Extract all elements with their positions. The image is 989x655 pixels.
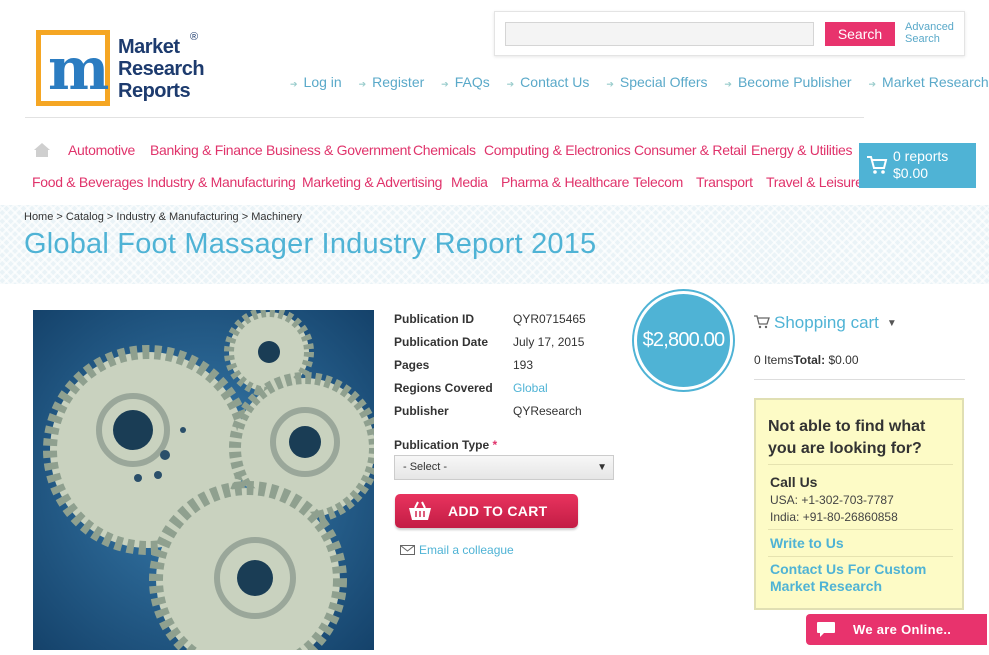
nav-telecom[interactable]: Telecom <box>633 174 683 190</box>
pages-label: Pages <box>394 358 430 372</box>
breadcrumb-home[interactable]: Home <box>24 211 53 223</box>
chat-bubble-icon <box>817 622 835 637</box>
envelope-icon <box>400 545 415 555</box>
pages-value: 193 <box>513 358 534 372</box>
help-title: Not able to find what you are looking fo… <box>768 418 926 457</box>
nav-marketing-advertising[interactable]: Marketing & Advertising <box>302 174 442 190</box>
breadcrumb-sep: > <box>56 211 63 223</box>
help-divider <box>768 529 953 530</box>
live-chat-button[interactable]: We are Online.. <box>806 614 987 645</box>
phone-india: India: +91-80-26860858 <box>770 510 898 524</box>
nav-consumer-retail[interactable]: Consumer & Retail <box>634 142 747 158</box>
nav-row-2: Food & Beverages Industry & Manufacturin… <box>0 174 863 192</box>
call-us-heading: Call Us <box>770 474 818 490</box>
basket-icon <box>409 501 431 520</box>
logo-mark: m <box>36 30 110 106</box>
search-input[interactable] <box>505 22 814 46</box>
nav-pharma-healthcare[interactable]: Pharma & Healthcare <box>501 174 629 190</box>
breadcrumb-catalog[interactable]: Catalog <box>66 211 104 223</box>
site-logo[interactable]: m Market Research Reports ® <box>36 30 206 108</box>
dropdown-arrow-icon: ▼ <box>597 462 607 473</box>
publication-date-label: Publication Date <box>394 335 489 349</box>
regions-link[interactable]: Global <box>513 381 548 395</box>
cart-total: $0.00 <box>893 165 929 181</box>
help-box: Not able to find what you are looking fo… <box>754 398 964 610</box>
breadcrumb-sep: > <box>241 211 249 223</box>
search-button[interactable]: Search <box>825 22 895 46</box>
publication-type-select[interactable]: - Select - ▼ <box>394 455 614 480</box>
publication-type-label: Publication Type * <box>394 438 498 452</box>
advanced-search-link[interactable]: Advanced Search <box>905 21 954 45</box>
nav-transport[interactable]: Transport <box>696 174 753 190</box>
cart-divider <box>754 379 965 380</box>
price-badge: $2,800.00 <box>634 291 733 390</box>
nav-travel-leisure[interactable]: Travel & Leisure <box>766 174 863 190</box>
blog-link[interactable]: Market Research Blog <box>882 74 989 90</box>
nav-row-1: Automotive Banking & Finance Business & … <box>0 142 860 160</box>
registered-mark: ® <box>190 31 199 43</box>
bullet-icon: ➔ <box>290 79 298 89</box>
nav-automotive[interactable]: Automotive <box>68 142 135 158</box>
bullet-icon: ➔ <box>506 79 515 89</box>
contact-us-link[interactable]: Contact Us <box>520 74 589 90</box>
publisher-value: QYResearch <box>513 404 582 418</box>
breadcrumb: Home > Catalog > Industry & Manufacturin… <box>24 211 302 223</box>
bullet-icon: ➔ <box>724 79 732 89</box>
nav-computing-electronics[interactable]: Computing & Electronics <box>484 142 631 158</box>
phone-usa: USA: +1-302-703-7787 <box>770 493 894 507</box>
logo-wordmark: Market Research Reports <box>118 36 205 102</box>
nav-business-government[interactable]: Business & Government <box>266 142 411 158</box>
publication-date-value: July 17, 2015 <box>513 335 585 349</box>
search-panel: Search Advanced Search <box>494 11 965 56</box>
header-divider <box>25 117 864 118</box>
custom-research-link[interactable]: Contact Us For Custom Market Research <box>770 561 960 595</box>
nav-media[interactable]: Media <box>451 174 488 190</box>
become-publisher-link[interactable]: Become Publisher <box>738 74 852 90</box>
bullet-icon: ➔ <box>606 79 614 89</box>
nav-energy-utilities[interactable]: Energy & Utilities <box>751 142 853 158</box>
page-title: Global Foot Massager Industry Report 201… <box>24 228 597 260</box>
shopping-cart-toggle[interactable]: Shopping cart ▼ <box>754 313 897 333</box>
breadcrumb-sub[interactable]: Machinery <box>251 211 302 223</box>
publication-id-value: QYR0715465 <box>513 312 586 326</box>
breadcrumb-category[interactable]: Industry & Manufacturing <box>116 211 238 223</box>
top-links: ➔ Log in ➔ Register ➔ FAQs ➔ Contact Us ➔ Spe… <box>290 74 989 90</box>
publisher-label: Publisher <box>394 404 449 418</box>
cart-icon <box>867 156 888 174</box>
chevron-down-icon: ▼ <box>886 318 897 329</box>
breadcrumb-sep: > <box>106 211 114 223</box>
regions-label: Regions Covered <box>394 381 493 395</box>
bullet-icon: ➔ <box>441 79 449 89</box>
login-link[interactable]: Log in <box>304 74 342 90</box>
faqs-link[interactable]: FAQs <box>455 74 490 90</box>
bullet-icon: ➔ <box>868 79 877 89</box>
help-divider <box>768 464 953 465</box>
special-offers-link[interactable]: Special Offers <box>620 74 708 90</box>
nav-food-beverages[interactable]: Food & Beverages <box>32 174 143 190</box>
nav-chemicals[interactable]: Chemicals <box>413 142 476 158</box>
header-cart-button[interactable]: 0 reports $0.00 <box>859 143 976 188</box>
product-image <box>33 310 374 650</box>
cart-count: 0 reports <box>893 148 949 164</box>
nav-industry-manufacturing[interactable]: Industry & Manufacturing <box>147 174 296 190</box>
publication-id-label: Publication ID <box>394 312 475 326</box>
email-colleague-link[interactable]: Email a colleague <box>400 543 514 557</box>
write-to-us-link[interactable]: Write to Us <box>770 535 960 552</box>
help-divider <box>768 556 953 557</box>
register-link[interactable]: Register <box>372 74 424 90</box>
add-to-cart-button[interactable]: ADD TO CART <box>395 494 578 528</box>
bullet-icon: ➔ <box>358 79 367 89</box>
cart-icon <box>754 315 770 329</box>
cart-summary: 0 ItemsTotal: $0.00 <box>754 353 859 367</box>
nav-banking-finance[interactable]: Banking & Finance <box>150 142 263 158</box>
